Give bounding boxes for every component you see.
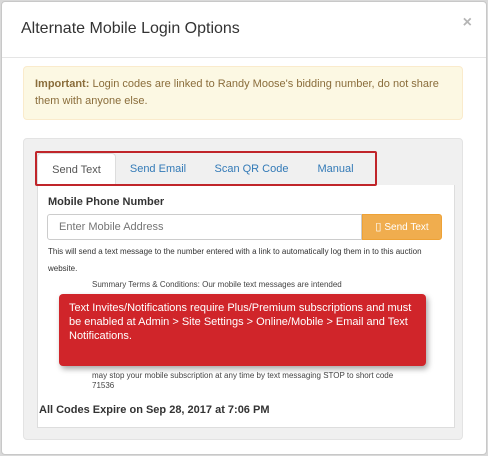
- terms-bottom: may stop your mobile subscription at any…: [92, 371, 394, 390]
- send-text-button-label: Send Text: [384, 222, 429, 233]
- important-alert: Important: Login codes are linked to Ran…: [23, 66, 463, 120]
- mobile-phone-icon: ▯: [375, 221, 382, 233]
- mobile-number-input[interactable]: [47, 214, 362, 240]
- alert-text: Login codes are linked to Randy Moose's …: [35, 78, 439, 107]
- notification-tooltip: Text Invites/Notifications require Plus/…: [59, 294, 426, 366]
- send-text-button[interactable]: ▯ Send Text: [362, 214, 442, 240]
- expire-text: All Codes Expire on Sep 28, 2017 at 7:06…: [39, 404, 270, 416]
- modal-header: Alternate Mobile Login Options ×: [2, 2, 486, 58]
- help-text: This will send a text message to the num…: [48, 247, 422, 273]
- tabs-highlight-box: [35, 151, 377, 186]
- terms-top: Summary Terms & Conditions: Our mobile t…: [92, 280, 342, 289]
- mobile-phone-label: Mobile Phone Number: [48, 196, 165, 208]
- alert-strong: Important:: [35, 78, 90, 90]
- modal-title: Alternate Mobile Login Options: [21, 20, 240, 37]
- close-icon[interactable]: ×: [463, 14, 472, 32]
